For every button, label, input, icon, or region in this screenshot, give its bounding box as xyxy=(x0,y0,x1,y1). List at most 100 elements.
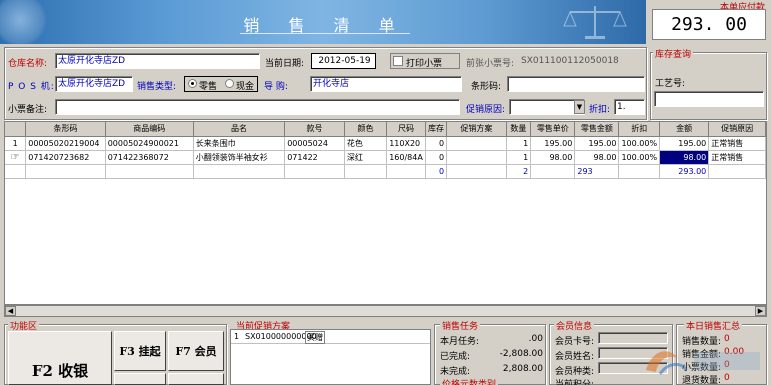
col-header[interactable]: 商品编码 xyxy=(105,122,194,137)
cell-stock[interactable]: 0 xyxy=(425,150,448,165)
cell-promo-plan[interactable] xyxy=(446,150,507,165)
daily-tickets-value: 0 xyxy=(724,360,730,370)
daily-qty-value: 0 xyxy=(724,334,730,344)
cell-discount[interactable]: 100.00% xyxy=(618,136,661,151)
prev-ticket-label: 前张小票号: xyxy=(466,59,515,69)
col-header[interactable]: 折扣 xyxy=(618,122,661,137)
function-button-5[interactable] xyxy=(114,373,166,385)
col-header[interactable]: 品名 xyxy=(193,122,286,137)
col-header[interactable]: 促销原因 xyxy=(708,122,766,137)
cell-stock[interactable]: 0 xyxy=(425,136,448,151)
list-item[interactable]: 1 SX010000000000 买赠 xyxy=(231,330,430,344)
sale-type-cash-radio[interactable] xyxy=(225,79,234,88)
grid-header-row: 条形码 商品编码 品名 款号 颜色 尺码 库存 促销方案 数量 零售单价 零售金… xyxy=(5,122,766,137)
cell-promo-plan[interactable] xyxy=(446,136,507,151)
cell-size[interactable]: 110X20 xyxy=(386,136,426,151)
task-month-value: .00 xyxy=(528,334,543,344)
member-points-label: 当前积分: xyxy=(555,380,595,385)
discount-input[interactable]: 1. xyxy=(614,99,645,115)
cell-amount[interactable]: 195.00 xyxy=(659,136,710,151)
total-cell xyxy=(284,164,345,179)
function-button-6[interactable] xyxy=(168,373,224,385)
col-header[interactable]: 尺码 xyxy=(386,122,426,137)
total-cell xyxy=(193,164,286,179)
hold-button[interactable]: F3 挂起 xyxy=(114,331,166,371)
col-header[interactable]: 零售单价 xyxy=(530,122,576,137)
total-retail-amount: 293 xyxy=(574,164,620,179)
cell-amount-selected[interactable]: 98.00 xyxy=(659,150,710,165)
checkout-button[interactable]: F2 收银 xyxy=(8,331,112,385)
guide-value: 开化寺店 xyxy=(313,79,350,89)
promo-plan-list[interactable]: 1 SX010000000000 买赠 xyxy=(230,329,431,385)
pos-field[interactable]: 太原开化寺店ZD xyxy=(55,76,133,92)
scroll-left-icon[interactable]: ◀ xyxy=(5,306,16,316)
table-row[interactable]: ☞ 071420723682 071422368072 小翻领装饰半袖女衫 07… xyxy=(5,150,766,165)
price-category-title: 价格元数类别 xyxy=(440,377,499,385)
cell-style-no[interactable]: 071422 xyxy=(284,150,345,165)
cell-discount[interactable]: 100.00% xyxy=(618,150,661,165)
col-header[interactable]: 款号 xyxy=(284,122,345,137)
guide-field[interactable]: 开化寺店 xyxy=(310,76,462,92)
task-remain-value: 2,808.00 xyxy=(502,364,543,374)
daily-tickets-label: 小票数量: xyxy=(682,363,722,373)
task-done-value: -2,808.00 xyxy=(499,349,543,359)
craft-label: 工艺号: xyxy=(655,79,686,89)
col-header[interactable]: 条形码 xyxy=(25,122,106,137)
promo-index: 1 xyxy=(234,332,240,341)
cell-promo-reason[interactable]: 正常销售 xyxy=(708,136,766,151)
cell-item-name[interactable]: 小翻领装饰半袖女衫 xyxy=(193,150,286,165)
print-ticket-label: 打印小票 xyxy=(406,59,443,69)
warehouse-field[interactable]: 太原开化寺店ZD xyxy=(55,53,260,69)
col-header[interactable]: 颜色 xyxy=(344,122,388,137)
remark-input[interactable] xyxy=(55,99,460,115)
cell-item-code[interactable]: 00005024900021 xyxy=(105,136,194,151)
cell-promo-reason[interactable]: 正常销售 xyxy=(708,150,766,165)
cell-barcode[interactable]: 071420723682 xyxy=(25,150,106,165)
daily-amount-value: 0.00 xyxy=(724,347,745,357)
sale-type-retail-label: 零售 xyxy=(199,82,218,92)
cell-color[interactable]: 花色 xyxy=(344,136,388,151)
member-button[interactable]: F7 会员 xyxy=(168,331,224,371)
sale-type-retail-radio[interactable] xyxy=(188,79,197,88)
member-type-field xyxy=(598,362,668,374)
title-box: 销 售 清 单 xyxy=(240,12,410,35)
cell-unit-price[interactable]: 98.00 xyxy=(530,150,576,165)
total-amount: 293.00 xyxy=(659,164,710,179)
col-header[interactable]: 促销方案 xyxy=(446,122,507,137)
col-header[interactable]: 金额 xyxy=(659,122,710,137)
barcode-input[interactable] xyxy=(507,76,645,92)
col-header[interactable]: 数量 xyxy=(506,122,532,137)
table-row[interactable]: 1 00005020219004 00005024900021 长来条围巾 00… xyxy=(5,136,766,151)
col-header[interactable]: 零售金额 xyxy=(574,122,620,137)
craft-input[interactable] xyxy=(654,91,764,107)
sales-grid[interactable]: 条形码 商品编码 品名 款号 颜色 尺码 库存 促销方案 数量 零售单价 零售金… xyxy=(4,121,767,305)
cell-item-name[interactable]: 长来条围巾 xyxy=(193,136,286,151)
cell-color[interactable]: 深红 xyxy=(344,150,388,165)
row-index: 1 xyxy=(5,136,27,151)
banner-decoration xyxy=(0,0,50,44)
total-stock: 0 xyxy=(425,164,448,179)
cell-item-code[interactable]: 071422368072 xyxy=(105,150,194,165)
task-remain-label: 未完成: xyxy=(440,367,471,377)
warehouse-label: 仓库名称: xyxy=(8,59,48,69)
horizontal-scrollbar[interactable]: ◀ ▶ xyxy=(4,305,767,317)
task-done-label: 已完成: xyxy=(440,352,471,362)
promo-name: 买赠 xyxy=(305,331,325,344)
col-header[interactable]: 库存 xyxy=(425,122,448,137)
cell-retail-amount[interactable]: 98.00 xyxy=(574,150,620,165)
cell-unit-price[interactable]: 195.00 xyxy=(530,136,576,151)
total-cell xyxy=(344,164,388,179)
scroll-right-icon[interactable]: ▶ xyxy=(755,306,766,316)
sale-type-label: 销售类型: xyxy=(137,82,177,92)
promo-reason-dropdown-icon[interactable]: ▼ xyxy=(574,100,585,114)
cell-style-no[interactable]: 00005024 xyxy=(284,136,345,151)
cell-qty[interactable]: 1 xyxy=(506,150,532,165)
scales-icon xyxy=(563,6,627,39)
date-field[interactable]: 2012-05-19 xyxy=(311,53,376,69)
col-header xyxy=(5,122,27,137)
cell-barcode[interactable]: 00005020219004 xyxy=(25,136,106,151)
daily-summary-title: 本日销售汇总 xyxy=(684,319,743,332)
cell-retail-amount[interactable]: 195.00 xyxy=(574,136,620,151)
cell-size[interactable]: 160/84A xyxy=(386,150,426,165)
cell-qty[interactable]: 1 xyxy=(506,136,532,151)
